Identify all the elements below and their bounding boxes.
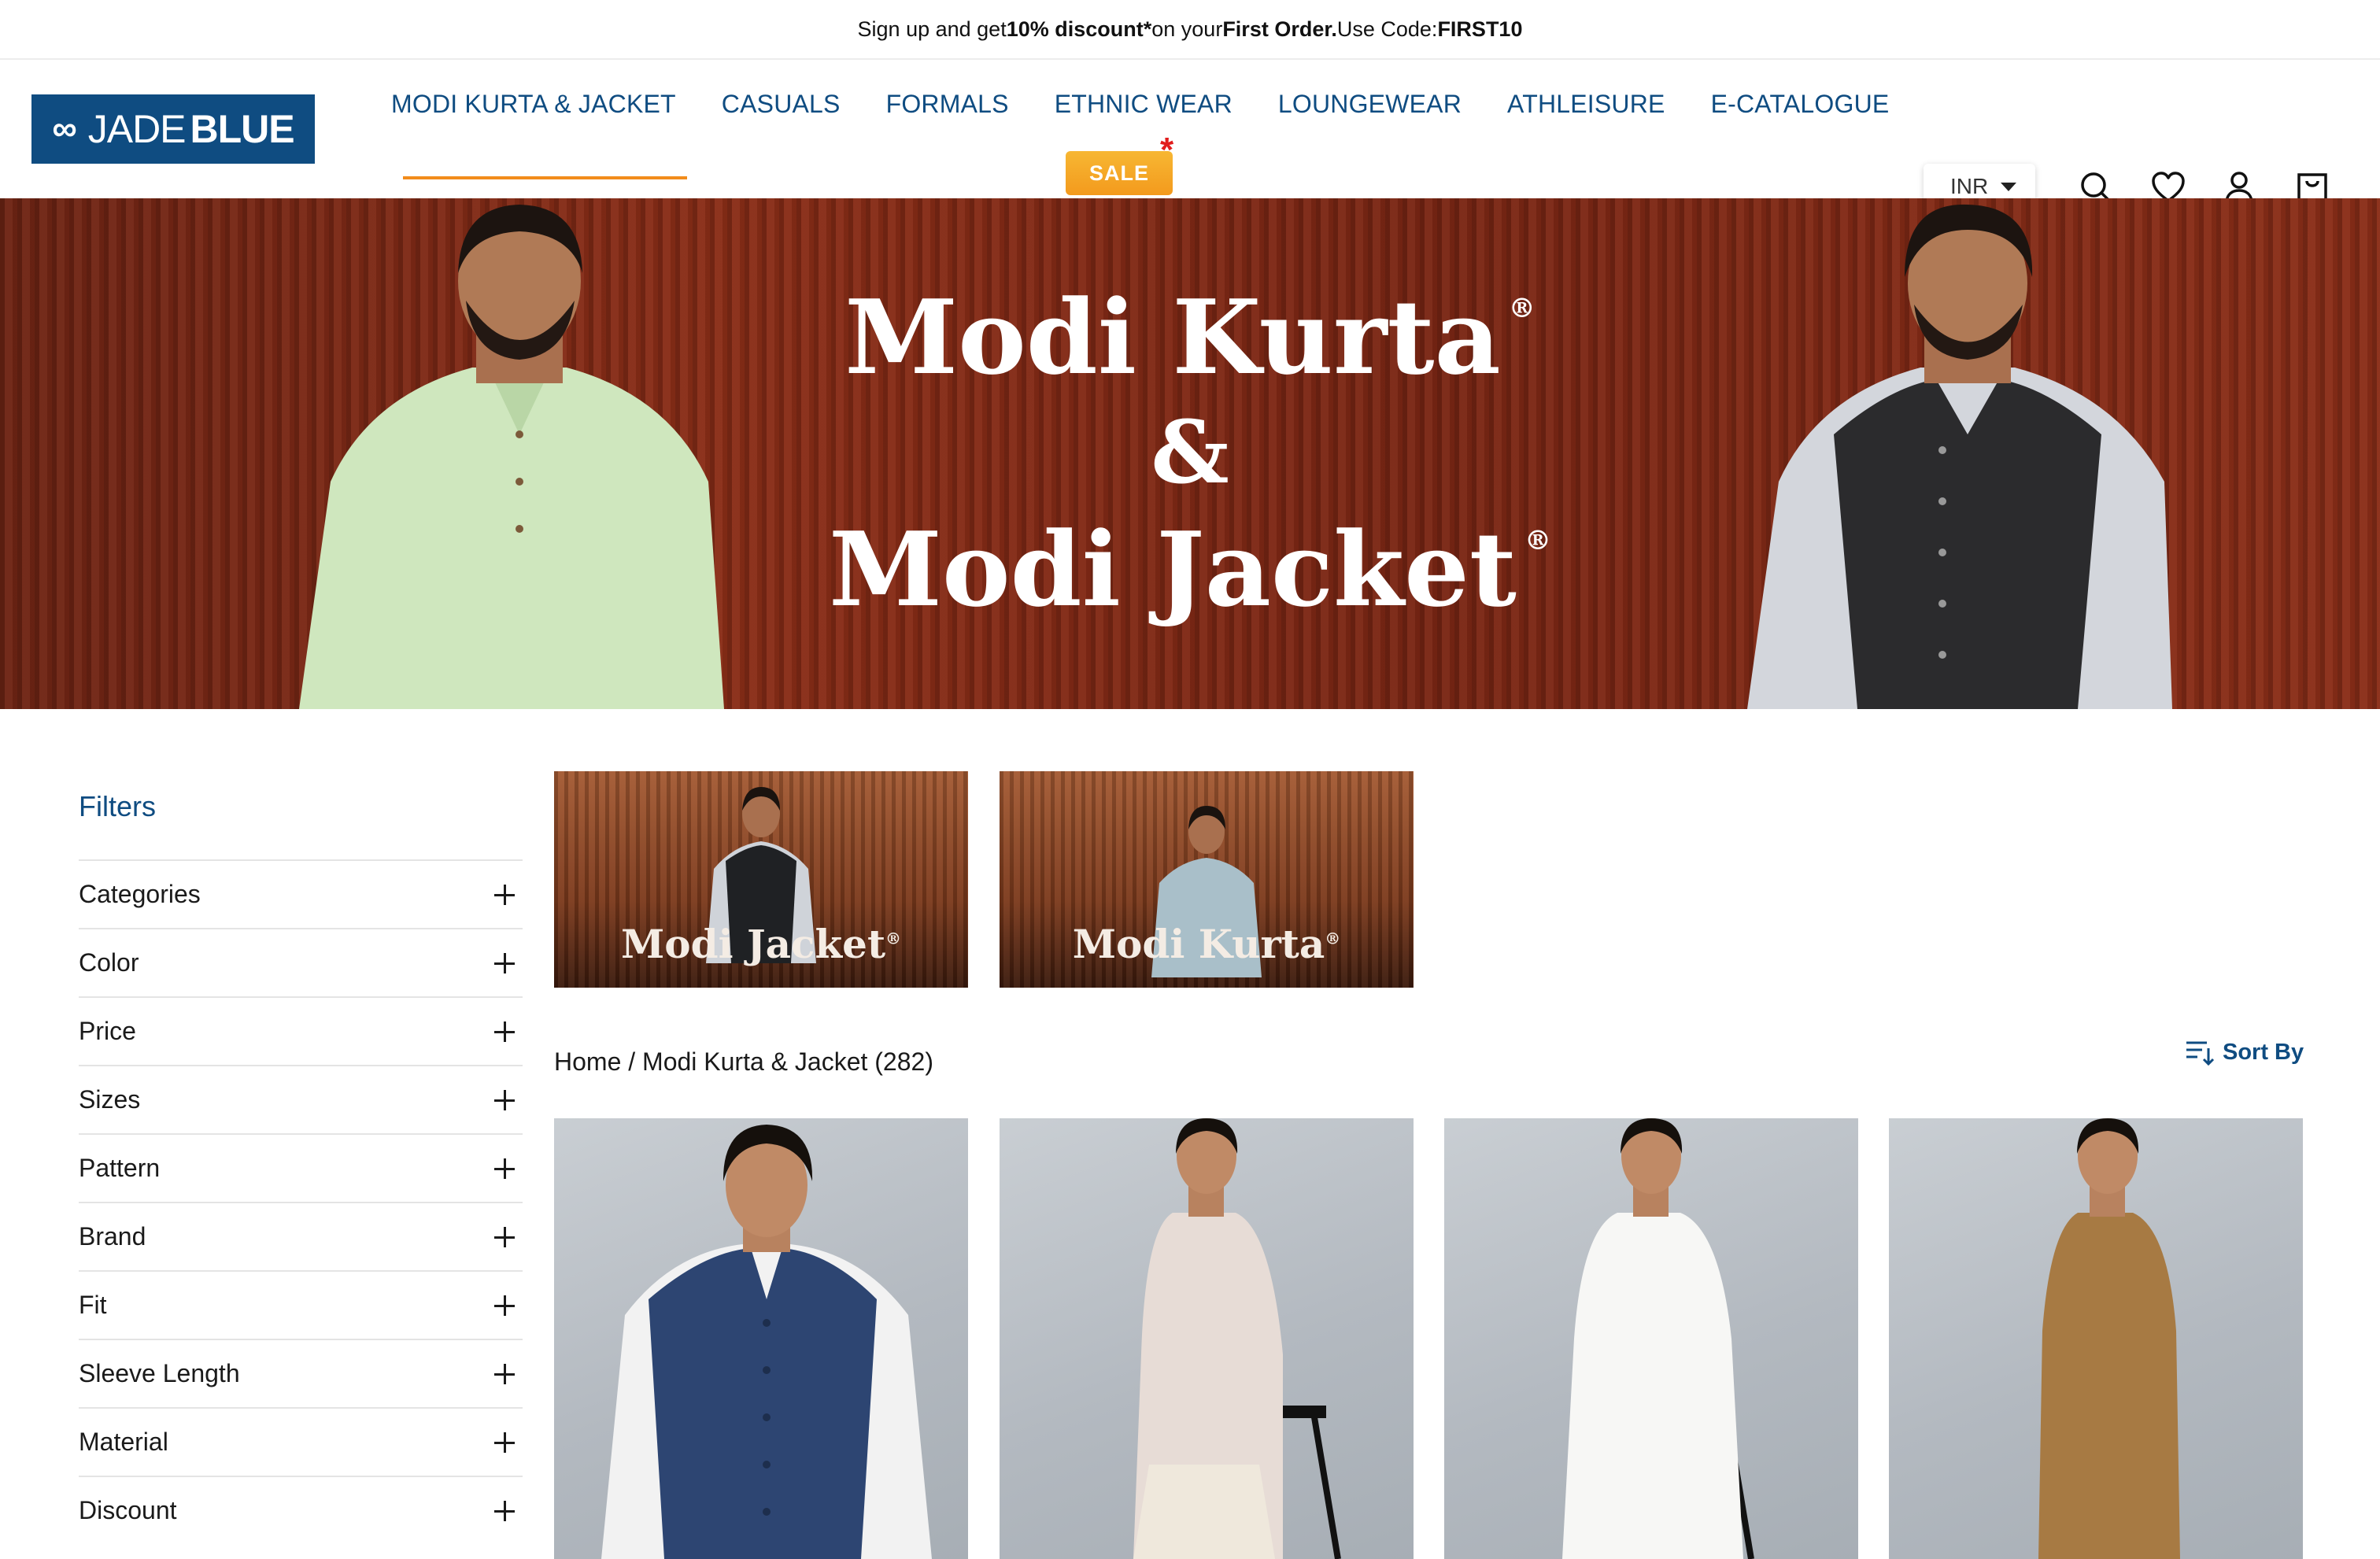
filter-sizes[interactable]: Sizes bbox=[79, 1065, 523, 1133]
announcement-code: FIRST10 bbox=[1437, 17, 1523, 41]
hero-title-text-2: Modi Jacket bbox=[829, 509, 1517, 630]
logo-infinity-icon: ∞ bbox=[52, 109, 76, 148]
category-tile-modi-kurta[interactable]: Modi Kurta® bbox=[1000, 771, 1414, 988]
announcement-text-3: Use Code: bbox=[1336, 17, 1438, 41]
nav-item-ethnic-wear[interactable]: ETHNIC WEAR bbox=[1032, 90, 1255, 153]
filter-label: Material bbox=[79, 1428, 168, 1456]
plus-icon[interactable] bbox=[494, 952, 515, 973]
filter-label: Brand bbox=[79, 1222, 146, 1251]
plus-icon[interactable] bbox=[494, 1500, 515, 1521]
plus-icon[interactable] bbox=[494, 1432, 515, 1453]
announcement-first-order: First Order. bbox=[1222, 17, 1337, 41]
product-card[interactable] bbox=[1889, 1118, 2303, 1559]
plus-icon[interactable] bbox=[494, 1363, 515, 1384]
product-image-mustard-kurta bbox=[2038, 1118, 2180, 1559]
breadcrumb[interactable]: Home / Modi Kurta & Jacket (282) bbox=[554, 1047, 933, 1077]
sort-by-button[interactable]: Sort By bbox=[2185, 1039, 2304, 1066]
filter-pattern[interactable]: Pattern bbox=[79, 1133, 523, 1202]
plus-icon[interactable] bbox=[494, 884, 515, 905]
currency-value: INR bbox=[1950, 174, 1989, 198]
registered-mark-2: ® bbox=[1524, 525, 1551, 556]
brand-logo[interactable]: ∞ JADE BLUE bbox=[31, 94, 315, 164]
filter-label: Sleeve Length bbox=[79, 1359, 240, 1387]
announcement-bar: Sign up and get 10% discount* on your Fi… bbox=[0, 0, 2380, 60]
category-tile-label: Modi Kurta® bbox=[1000, 921, 1414, 967]
filter-label: Discount bbox=[79, 1496, 177, 1524]
nav-item-formals[interactable]: FORMALS bbox=[863, 90, 1032, 153]
announcement-text: Sign up and get bbox=[857, 17, 1007, 41]
nav-item-e-catalogue[interactable]: E-CATALOGUE bbox=[1688, 90, 1913, 153]
filter-fit[interactable]: Fit bbox=[79, 1270, 523, 1339]
filter-label: Price bbox=[79, 1017, 136, 1045]
product-card[interactable] bbox=[1444, 1118, 1858, 1559]
plus-icon[interactable] bbox=[494, 1226, 515, 1247]
product-image-navy-jacket bbox=[601, 1125, 932, 1559]
filter-price[interactable]: Price bbox=[79, 996, 523, 1065]
hero-title-text-1: Modi Kurta bbox=[844, 277, 1501, 397]
filter-label: Pattern bbox=[79, 1154, 161, 1182]
caret-down-icon bbox=[2001, 183, 2016, 191]
filter-sleeve-length[interactable]: Sleeve Length bbox=[79, 1339, 523, 1407]
product-image-white-kurta bbox=[1562, 1118, 1754, 1559]
registered-mark-1: ® bbox=[1508, 293, 1536, 324]
product-card[interactable] bbox=[554, 1118, 968, 1559]
nav-item-loungewear[interactable]: LOUNGEWEAR bbox=[1255, 90, 1484, 153]
plus-icon[interactable] bbox=[494, 1295, 515, 1316]
filter-color[interactable]: Color bbox=[79, 928, 523, 996]
plus-icon[interactable] bbox=[494, 1021, 515, 1042]
plus-icon[interactable] bbox=[494, 1089, 515, 1110]
filter-brand[interactable]: Brand bbox=[79, 1202, 523, 1270]
filter-material[interactable]: Material bbox=[79, 1407, 523, 1476]
site-header: ∞ JADE BLUE MODI KURTA & JACKET CASUALS … bbox=[0, 60, 2380, 209]
filter-list: Categories Color Price Sizes Pattern Bra… bbox=[79, 859, 523, 1544]
logo-word-jade: JADE bbox=[87, 107, 187, 151]
hero-title-line1: Modi Kurta ® bbox=[0, 277, 2380, 397]
category-tile-text: Modi Kurta bbox=[1072, 921, 1325, 967]
product-card[interactable] bbox=[1000, 1118, 1414, 1559]
filter-label: Sizes bbox=[79, 1085, 141, 1114]
hero-banner[interactable]: Modi Kurta ® & Modi Jacket ® bbox=[0, 198, 2380, 709]
plus-icon[interactable] bbox=[494, 1158, 515, 1179]
nav-item-athleisure[interactable]: ATHLEISURE bbox=[1484, 90, 1688, 153]
hero-title-line2: Modi Jacket ® bbox=[0, 509, 2380, 630]
filter-discount[interactable]: Discount bbox=[79, 1476, 523, 1544]
sale-badge[interactable]: SALE bbox=[1066, 151, 1173, 195]
product-image-beige-kurta bbox=[1133, 1118, 1341, 1559]
filter-label: Categories bbox=[79, 880, 201, 908]
announcement-discount: 10% discount* bbox=[1006, 17, 1152, 41]
announcement-text-2: on your bbox=[1151, 17, 1223, 41]
registered-mark: ® bbox=[1325, 929, 1341, 948]
category-tile-label: Modi Jacket® bbox=[554, 921, 968, 967]
nav-item-casuals[interactable]: CASUALS bbox=[699, 90, 863, 153]
hero-ampersand: & bbox=[1151, 401, 1229, 503]
registered-mark: ® bbox=[885, 929, 902, 948]
category-tile-modi-jacket[interactable]: Modi Jacket® bbox=[554, 771, 968, 988]
category-tile-text: Modi Jacket bbox=[620, 921, 886, 967]
sort-by-label: Sort By bbox=[2223, 1039, 2304, 1065]
filter-categories[interactable]: Categories bbox=[79, 859, 523, 928]
filters-title: Filters bbox=[79, 790, 156, 822]
main-nav: MODI KURTA & JACKET CASUALS FORMALS ETHN… bbox=[391, 90, 1913, 179]
sort-icon bbox=[2186, 1041, 2215, 1066]
filter-label: Color bbox=[79, 948, 139, 977]
filter-label: Fit bbox=[79, 1291, 107, 1319]
nav-item-modi-kurta-jacket[interactable]: MODI KURTA & JACKET bbox=[391, 90, 699, 179]
logo-word-blue: BLUE bbox=[190, 107, 295, 151]
sale-star-marker: * bbox=[1160, 131, 1174, 169]
